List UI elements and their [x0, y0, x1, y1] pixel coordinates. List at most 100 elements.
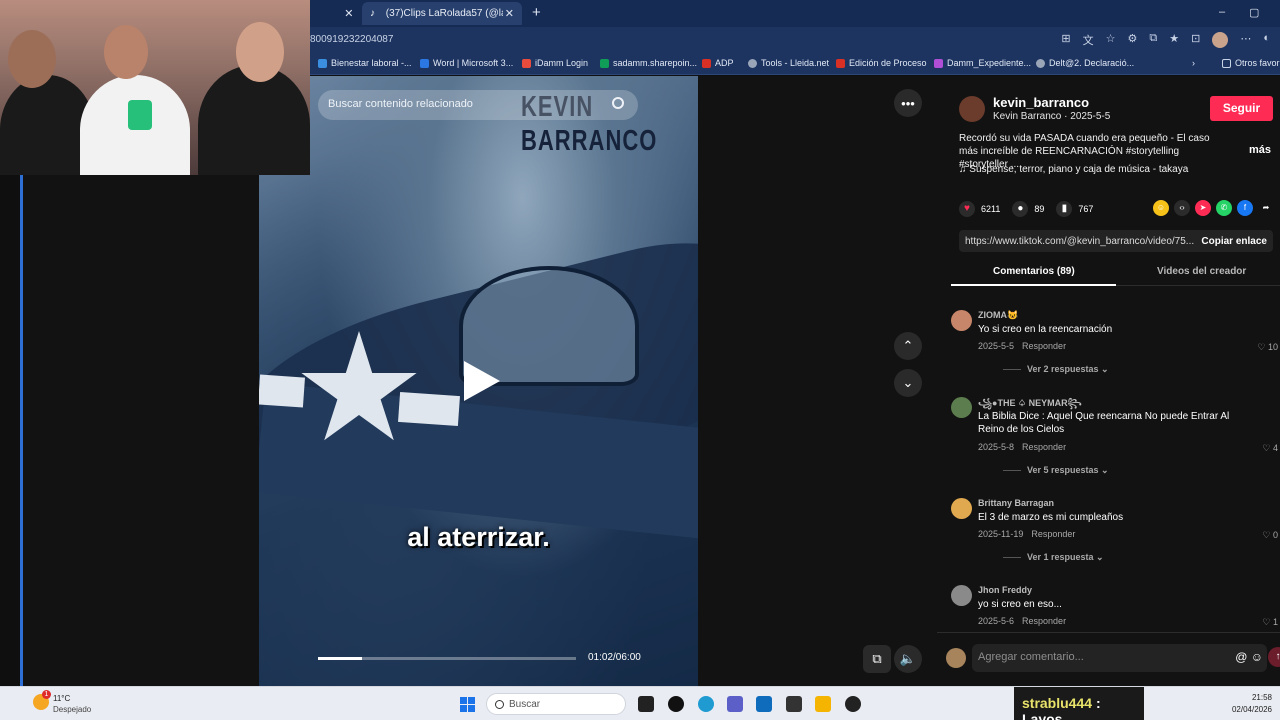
- tab-comments[interactable]: Comentarios (89): [993, 266, 1075, 277]
- comment-like-count: 1: [1272, 617, 1278, 627]
- favorite-star-icon[interactable]: ☆: [1106, 32, 1116, 48]
- comment-avatar[interactable]: [951, 310, 972, 331]
- previous-video-button[interactable]: ⌃: [894, 332, 922, 360]
- comment-avatar[interactable]: [951, 498, 972, 519]
- related-search-placeholder: Buscar contenido relacionado: [328, 98, 473, 110]
- new-tab-button[interactable]: +: [532, 4, 541, 21]
- url-text[interactable]: 800919232204087: [310, 34, 393, 45]
- tab-creator-videos[interactable]: Videos del creador: [1157, 266, 1246, 277]
- split-screen-icon[interactable]: ⧉: [1149, 32, 1157, 48]
- comment-username[interactable]: ZIOMA😺: [978, 310, 1018, 321]
- bookmark-item[interactable]: Tools - Lleida.net: [748, 58, 829, 68]
- pip-icon[interactable]: ⧉: [863, 645, 891, 673]
- comment-stat[interactable]: ● 89: [1012, 201, 1044, 217]
- notification-badge: 1: [42, 690, 51, 699]
- bookmark-item[interactable]: iDamm Login: [522, 58, 588, 68]
- windows-start-icon[interactable]: [460, 697, 475, 712]
- bookmark-item[interactable]: Delt@2. Declaració...: [1036, 58, 1134, 68]
- view-replies-button[interactable]: Ver 5 respuestas ⌄: [1003, 465, 1109, 476]
- app-icon[interactable]: [786, 696, 802, 712]
- reply-button[interactable]: Responder: [1022, 442, 1066, 452]
- bookmark-label: Word | Microsoft 3...: [433, 58, 514, 68]
- taskbar-search[interactable]: Buscar: [486, 693, 626, 715]
- tiktok-icon: ♪: [370, 7, 375, 19]
- maximize-button[interactable]: ▢: [1249, 6, 1259, 19]
- reply-button[interactable]: Responder: [1031, 529, 1075, 539]
- video-player[interactable]: KEVIN BARRANCO Buscar contenido relacion…: [259, 76, 698, 686]
- collections-icon[interactable]: ⊡: [1191, 32, 1200, 48]
- bookmark-item[interactable]: Bienestar laboral -...: [318, 58, 412, 68]
- comment-like[interactable]: ♡ 10: [1257, 342, 1278, 353]
- emoji-share-icon[interactable]: ☺: [1153, 200, 1169, 216]
- view-replies-button[interactable]: Ver 1 respuesta ⌄: [1003, 552, 1104, 563]
- save-stat[interactable]: ▮ 767: [1056, 201, 1093, 217]
- comment-like[interactable]: ♡ 0: [1262, 530, 1278, 541]
- embed-icon[interactable]: ‹›: [1174, 200, 1190, 216]
- adp-icon: [702, 58, 711, 68]
- related-search-input[interactable]: Buscar contenido relacionado: [318, 90, 638, 120]
- tiktok-app-icon[interactable]: [668, 696, 684, 712]
- comment-like[interactable]: ♡ 1: [1262, 617, 1278, 628]
- heart-icon[interactable]: ♥: [959, 201, 975, 217]
- comment-text: La Biblia Dice : Aquel Que reencarna No …: [978, 411, 1230, 435]
- more-link[interactable]: más: [1249, 144, 1271, 156]
- edge-icon[interactable]: [698, 696, 714, 712]
- send-icon[interactable]: ➤: [1195, 200, 1211, 216]
- copilot-icon[interactable]: ◐: [1263, 32, 1270, 48]
- bookmark-item[interactable]: Edición de Proceso: [836, 58, 927, 68]
- creator-username[interactable]: kevin_barranco: [993, 95, 1089, 110]
- bookmark-item[interactable]: ADP: [702, 58, 734, 68]
- tab-close-icon[interactable]: ✕: [344, 7, 353, 20]
- minimize-button[interactable]: –: [1219, 6, 1225, 18]
- profile-avatar[interactable]: [1212, 32, 1229, 48]
- play-icon[interactable]: [464, 361, 500, 401]
- creator-avatar[interactable]: [959, 96, 985, 122]
- store-icon[interactable]: [756, 696, 772, 712]
- comment-username[interactable]: Brittany Barragan: [978, 498, 1054, 508]
- obs-icon[interactable]: [845, 696, 861, 712]
- extensions-icon[interactable]: ⚙: [1128, 32, 1138, 48]
- music-info[interactable]: ♫ Suspense, terror, piano y caja de músi…: [959, 164, 1188, 175]
- send-comment-icon[interactable]: ↑: [1268, 647, 1280, 667]
- comment-like[interactable]: ♡ 4: [1262, 443, 1278, 454]
- bookmark-item[interactable]: sadamm.sharepoin...: [600, 58, 697, 68]
- bookmarks-overflow-icon[interactable]: ›: [1192, 58, 1195, 68]
- copy-link-button[interactable]: Copiar enlace: [1201, 236, 1267, 247]
- browser-tab-active[interactable]: ♪ (37)Clips LaRolada57 (@larolada57 ✕: [362, 2, 522, 25]
- favorites-icon[interactable]: ★: [1169, 32, 1179, 48]
- system-clock[interactable]: 21:58 02/04/2026: [1232, 692, 1272, 716]
- app-icon[interactable]: ⊞: [1061, 32, 1070, 48]
- follow-button[interactable]: Seguir: [1210, 96, 1273, 121]
- translate-icon[interactable]: 文: [1083, 32, 1094, 48]
- share-link-url[interactable]: https://www.tiktok.com/@kevin_barranco/v…: [965, 236, 1194, 247]
- reply-button[interactable]: Responder: [1022, 341, 1066, 351]
- volume-icon[interactable]: 🔈: [894, 645, 922, 673]
- more-options-icon[interactable]: •••: [894, 89, 922, 117]
- weather-condition: Despejado: [53, 705, 92, 714]
- bookmark-item[interactable]: Word | Microsoft 3...: [420, 58, 513, 68]
- facebook-icon[interactable]: f: [1237, 200, 1253, 216]
- reply-button[interactable]: Responder: [1022, 616, 1066, 626]
- view-replies-button[interactable]: Ver 2 respuestas ⌄: [1003, 364, 1109, 375]
- tab-close-icon[interactable]: ✕: [505, 7, 514, 20]
- bookmark-icon[interactable]: ▮: [1056, 201, 1073, 217]
- bookmark-item[interactable]: Damm_Expediente...: [934, 58, 1031, 68]
- file-explorer-icon[interactable]: [815, 696, 831, 712]
- like-stat[interactable]: ♥ 6211: [959, 201, 1000, 217]
- share-arrow-icon[interactable]: ➦: [1258, 200, 1274, 216]
- mention-emoji-icons[interactable]: @ ☺: [1235, 650, 1263, 664]
- next-video-button[interactable]: ⌄: [894, 369, 922, 397]
- menu-icon[interactable]: ⋯: [1240, 32, 1251, 48]
- comment-icon[interactable]: ●: [1012, 201, 1029, 217]
- teams-icon[interactable]: [727, 696, 743, 712]
- comment-avatar[interactable]: [951, 397, 972, 418]
- search-icon[interactable]: [612, 97, 624, 109]
- add-comment-input[interactable]: Agregar comentario...: [972, 644, 1267, 672]
- video-progress-bar[interactable]: [318, 657, 576, 660]
- comment-avatar[interactable]: [951, 585, 972, 606]
- bookmark-folder[interactable]: Otros favorit: [1222, 58, 1280, 68]
- task-view-icon[interactable]: [638, 696, 654, 712]
- whatsapp-icon[interactable]: ✆: [1216, 200, 1232, 216]
- user-avatar[interactable]: [946, 648, 966, 668]
- comment-username[interactable]: Jhon Freddy: [978, 585, 1032, 595]
